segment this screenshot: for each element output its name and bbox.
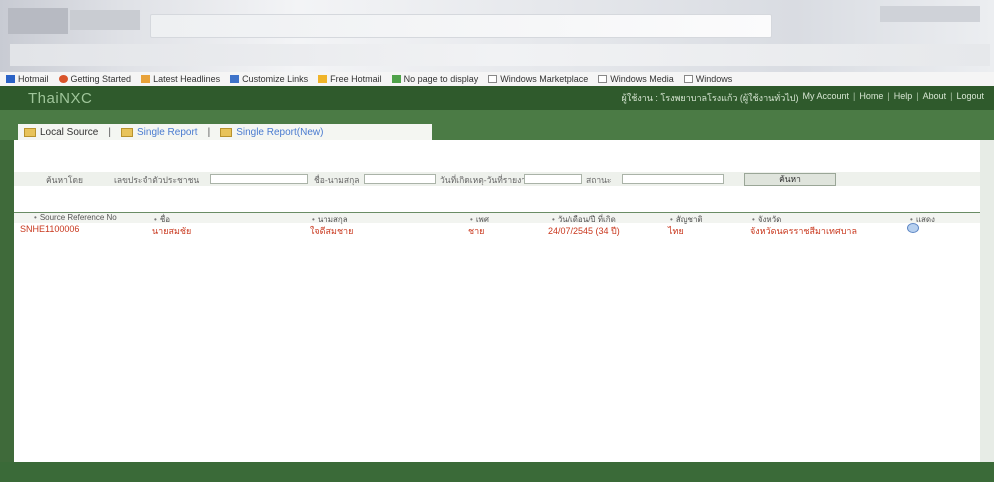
page-icon	[391, 75, 401, 83]
app-logo: ThaiNXC	[28, 89, 93, 107]
tab-single-report[interactable]: Single Report	[120, 126, 198, 138]
name-label: ชื่อ-นามสกุล	[314, 175, 360, 185]
window-controls[interactable]	[880, 6, 980, 22]
favorite-windows-marketplace[interactable]: Windows Marketplace	[488, 74, 588, 84]
search-by-label: ค้นหาโดย	[46, 175, 83, 185]
favorite-windows[interactable]: Windows	[683, 74, 733, 84]
top-nav: ผู้ใช้งาน : โรงพยาบาลโรงแก้ว (ผู้ใช้งานท…	[622, 91, 984, 105]
report-tabs: Local Source | Single Report | Single Re…	[18, 124, 432, 140]
favorite-customize-links[interactable]: Customize Links	[230, 74, 308, 84]
tab-label: Single Report(New)	[236, 126, 324, 138]
name-input[interactable]	[364, 174, 436, 184]
page-icon	[598, 75, 608, 83]
nav-help[interactable]: Help	[894, 91, 913, 105]
firefox-icon	[58, 75, 68, 83]
browser-chrome	[0, 0, 994, 72]
browser-menu-area[interactable]	[70, 10, 140, 30]
tab-local-source[interactable]: Local Source	[24, 127, 98, 138]
favorite-label: Windows Media	[610, 74, 674, 84]
favorite-label: Windows Marketplace	[500, 74, 589, 84]
favorite-label: Free Hotmail	[330, 74, 382, 84]
address-bar[interactable]	[150, 14, 772, 38]
favorite-free-hotmail[interactable]: Free Hotmail	[318, 74, 382, 84]
date-input[interactable]	[524, 174, 582, 184]
favorite-windows-media[interactable]: Windows Media	[598, 74, 674, 84]
folder-icon	[24, 127, 36, 137]
nav-about[interactable]: About	[923, 91, 947, 105]
browser-toolbar	[10, 44, 990, 66]
main-content	[0, 140, 994, 462]
favorite-label: Hotmail	[18, 74, 49, 84]
favorite-latest-headlines[interactable]: Latest Headlines	[141, 74, 220, 84]
col-ref[interactable]: Source Reference No	[34, 213, 117, 222]
link-icon	[230, 75, 240, 83]
view-icon[interactable]	[907, 223, 919, 233]
results-table: Source Reference No ชื่อ นามสกุล เพศ วัน…	[14, 212, 980, 236]
favorite-no-page[interactable]: No page to display	[391, 74, 479, 84]
nav-separator: |	[916, 91, 919, 101]
status-input[interactable]	[622, 174, 724, 184]
cell-first-name: นายสมชัย	[152, 226, 192, 236]
page-icon	[488, 75, 498, 83]
favorite-hotmail[interactable]: Hotmail	[6, 74, 49, 84]
search-button[interactable]: ค้นหา	[744, 173, 836, 186]
favorite-label: Latest Headlines	[153, 74, 221, 84]
app-header: ThaiNXC ผู้ใช้งาน : โรงพยาบาลโรงแก้ว (ผู…	[0, 86, 994, 110]
favorite-label: Customize Links	[242, 74, 309, 84]
cell-nationality: ไทย	[668, 226, 684, 236]
nav-logout[interactable]: Logout	[956, 91, 984, 105]
browser-back-forward[interactable]	[8, 8, 68, 34]
tab-separator: |	[108, 126, 111, 138]
tab-single-report-new[interactable]: Single Report(New)	[220, 127, 323, 138]
status-label: สถานะ	[586, 175, 612, 185]
user-info: ผู้ใช้งาน : โรงพยาบาลโรงแก้ว (ผู้ใช้งานท…	[621, 93, 799, 103]
folder-icon	[220, 127, 233, 137]
favorite-label: Windows	[695, 74, 733, 84]
citizen-id-label: เลขประจำตัวประชาชน	[114, 175, 200, 185]
favorites-bar: Hotmail Getting Started Latest Headlines…	[0, 72, 994, 86]
nav-separator: |	[950, 91, 953, 101]
cell-ref[interactable]: SNHE1100006	[20, 224, 79, 234]
page-icon	[683, 75, 693, 83]
tab-separator: |	[207, 126, 211, 138]
date-label: วันที่เกิดเหตุ-วันที่รายงาน	[440, 175, 532, 185]
left-border	[0, 140, 14, 462]
citizen-id-input[interactable]	[210, 174, 308, 184]
msn-icon	[318, 75, 328, 83]
nav-my-account[interactable]: My Account	[803, 91, 850, 105]
nav-separator: |	[887, 91, 890, 101]
favorite-label: No page to display	[403, 74, 479, 84]
tab-label: Single Report	[136, 126, 198, 138]
cell-province: จังหวัดนครราชสีมาเทศบาล	[750, 226, 857, 236]
table-header: Source Reference No ชื่อ นามสกุล เพศ วัน…	[14, 212, 980, 224]
rss-icon	[141, 75, 151, 83]
hotmail-icon	[6, 75, 15, 83]
nav-separator: |	[853, 91, 856, 101]
right-border	[980, 140, 994, 462]
favorite-label: Getting Started	[70, 74, 132, 84]
search-row: ค้นหาโดย เลขประจำตัวประชาชน ชื่อ-นามสกุล…	[14, 172, 980, 186]
nav-home[interactable]: Home	[859, 91, 883, 105]
favorite-getting-started[interactable]: Getting Started	[58, 74, 132, 84]
cell-sex: ชาย	[468, 226, 485, 236]
tab-label: Local Source	[40, 126, 99, 138]
page-footer	[0, 462, 994, 482]
cell-last-name: ใจดีสมชาย	[310, 226, 354, 236]
folder-icon	[120, 127, 133, 137]
table-row[interactable]: SNHE1100006 นายสมชัย ใจดีสมชาย ชาย 24/07…	[14, 223, 980, 236]
cell-birthdate: 24/07/2545 (34 ปี)	[548, 226, 620, 236]
